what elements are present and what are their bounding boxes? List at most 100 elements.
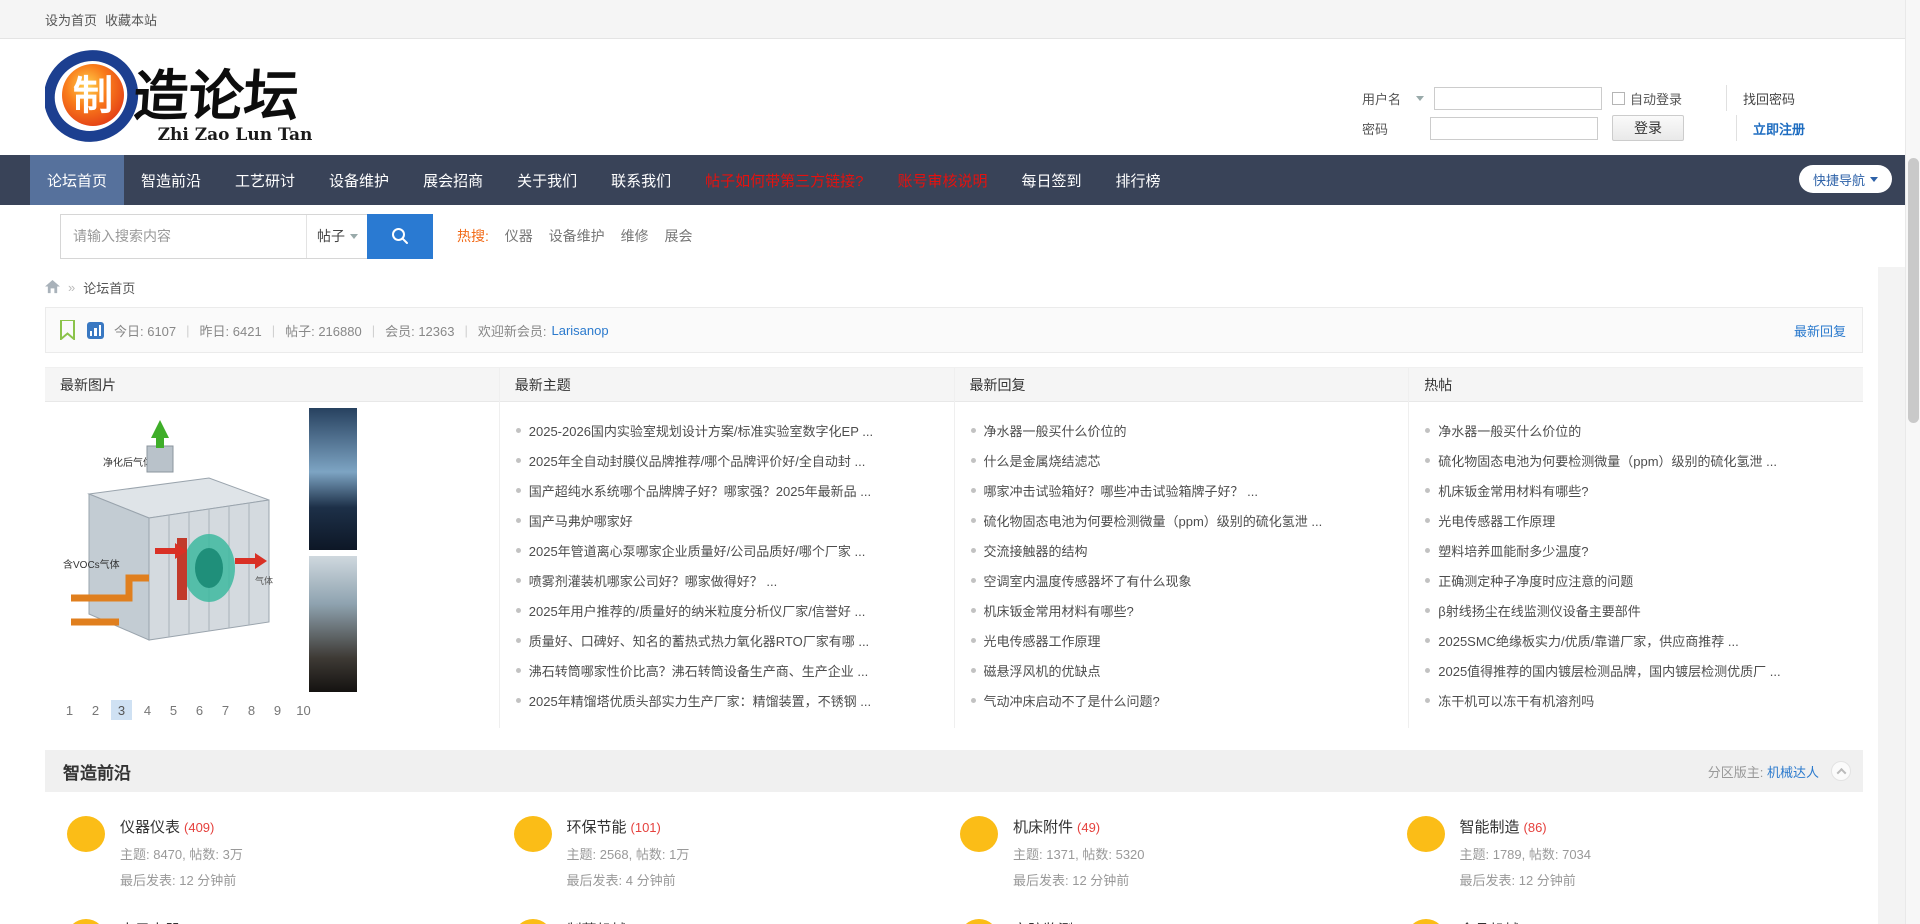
- page-7[interactable]: 7: [215, 700, 236, 720]
- page-1[interactable]: 1: [59, 700, 80, 720]
- hot-link-yiqi[interactable]: 仪器: [505, 228, 533, 244]
- page-6[interactable]: 6: [189, 700, 210, 720]
- password-input[interactable]: [1430, 117, 1598, 140]
- page-9[interactable]: 9: [267, 700, 288, 720]
- nav-about-us[interactable]: 关于我们: [500, 155, 594, 205]
- reply-link[interactable]: 磁悬浮风机的优缺点: [984, 661, 1101, 680]
- username-input[interactable]: [1434, 87, 1602, 110]
- forum-last-post[interactable]: 最后发表: 12 分钟前: [1460, 870, 1592, 889]
- home-icon[interactable]: [45, 280, 60, 294]
- topic-link[interactable]: 喷雾剂灌装机哪家公司好？哪家做得好？ ...: [529, 571, 777, 590]
- search-button[interactable]: [367, 214, 433, 259]
- page-8[interactable]: 8: [241, 700, 262, 720]
- topic-link[interactable]: 质量好、口碑好、知名的蓄热式热力氧化器RTO厂家有哪 ...: [529, 631, 869, 650]
- auto-login-checkbox[interactable]: [1612, 92, 1625, 105]
- topic-link[interactable]: 2025年全自动封膜仪品牌推荐/哪个品牌评价好/全自动封 ...: [529, 451, 866, 470]
- list-item: 2025年管道离心泵哪家企业质量好/公司品质好/哪个厂家 ...: [516, 535, 938, 565]
- forum-dianzi-dianqi[interactable]: 电子电器(69) 主题: 1483, 帖数: 6002: [61, 903, 508, 924]
- forum-huanbao-jieneng[interactable]: 环保节能(101) 主题: 2568, 帖数: 1万 最后发表: 4 分钟前: [508, 800, 955, 903]
- forum-last-post[interactable]: 最后发表: 4 分钟前: [567, 870, 690, 889]
- topic-link[interactable]: 国产马弗炉哪家好: [529, 511, 633, 530]
- topic-link[interactable]: 国产超纯水系统哪个品牌牌子好？哪家强？2025年最新品 ...: [529, 481, 871, 500]
- page-4[interactable]: 4: [137, 700, 158, 720]
- hot-post-link[interactable]: 塑料培养皿能耐多少温度?: [1438, 541, 1588, 560]
- hot-post-link[interactable]: 正确测定种子净度时应注意的问题: [1438, 571, 1633, 590]
- reply-link[interactable]: 机床钣金常用材料有哪些?: [984, 601, 1134, 620]
- hot-post-link[interactable]: 2025SMC绝缘板实力/优质/靠谱厂家，供应商推荐 ...: [1438, 631, 1738, 650]
- hot-post-link[interactable]: 冻干机可以冻干有机溶剂吗: [1438, 691, 1594, 710]
- topic-link[interactable]: 2025-2026国内实验室规划设计方案/标准实验室数字化EP ...: [529, 421, 873, 440]
- nav-account-review-note[interactable]: 账号审核说明: [880, 155, 1004, 205]
- reply-link[interactable]: 光电传感器工作原理: [984, 631, 1101, 650]
- page-2[interactable]: 2: [85, 700, 106, 720]
- hot-post-link[interactable]: 2025值得推荐的国内镀层检测品牌，国内镀层检测优质厂 ...: [1438, 661, 1780, 680]
- vertical-scrollbar[interactable]: [1905, 0, 1920, 924]
- forum-jichuang-fujian[interactable]: 机床附件(49) 主题: 1371, 帖数: 5320 最后发表: 12 分钟前: [954, 800, 1401, 903]
- latest-image-preview[interactable]: 净化后气体: [59, 408, 303, 694]
- page-10[interactable]: 10: [293, 700, 314, 720]
- login-button[interactable]: 登录: [1612, 115, 1684, 141]
- topic-link[interactable]: 2025年精馏塔优质头部实力生产厂家：精馏装置，不锈钢 ...: [529, 691, 871, 710]
- search-category-select[interactable]: 帖子: [306, 215, 368, 258]
- reply-link[interactable]: 气动冲床启动不了是什么问题?: [984, 691, 1160, 710]
- reply-link[interactable]: 什么是金属烧结滤芯: [984, 451, 1101, 470]
- latest-reply-link[interactable]: 最新回复: [1794, 321, 1846, 340]
- topic-link[interactable]: 沸石转筒哪家性价比高？沸石转筒设备生产商、生产企业 ...: [529, 661, 868, 680]
- hot-post-link[interactable]: β射线扬尘在线监测仪设备主要部件: [1438, 601, 1640, 620]
- topic-link[interactable]: 2025年管道离心泵哪家企业质量好/公司品质好/哪个厂家 ...: [529, 541, 866, 560]
- forum-shipin-jixie[interactable]: 食品机械(24) 主题: 799, 帖数: 3159: [1401, 903, 1848, 924]
- forum-last-post[interactable]: 最后发表: 12 分钟前: [1013, 870, 1145, 889]
- forum-anfang-jiance[interactable]: 安防监测(21) 主题: 604, 帖数: 2465: [954, 903, 1401, 924]
- topic-link[interactable]: 2025年用户推荐的/质量好的纳米粒度分析仪厂家/信誉好 ...: [529, 601, 866, 620]
- find-password-link[interactable]: 找回密码: [1743, 89, 1795, 108]
- set-home-link[interactable]: 设为首页: [45, 10, 97, 29]
- nav-zhanhui-zhaoshang[interactable]: 展会招商: [406, 155, 500, 205]
- forum-zhineng-zhizao[interactable]: 智能制造(86) 主题: 1789, 帖数: 7034 最后发表: 12 分钟前: [1401, 800, 1848, 903]
- hot-link-weixiu[interactable]: 维修: [621, 228, 649, 244]
- page-5[interactable]: 5: [163, 700, 184, 720]
- site-logo[interactable]: 制 造论坛 Zhi Zao Lun Tan: [45, 49, 375, 150]
- scrollbar-thumb[interactable]: [1908, 158, 1919, 423]
- breadcrumb-forum-home[interactable]: 论坛首页: [83, 278, 135, 297]
- latest-image-thumb-2[interactable]: [309, 556, 357, 692]
- reply-link[interactable]: 空调室内温度传感器坏了有什么现象: [984, 571, 1192, 590]
- forum-name[interactable]: 环保节能: [567, 819, 627, 836]
- svg-text:气体: 气体: [255, 575, 273, 586]
- panel-latest-topics: 最新主题 2025-2026国内实验室规划设计方案/标准实验室数字化EP ...…: [499, 368, 954, 728]
- section-title[interactable]: 智造前沿: [63, 759, 131, 784]
- page-3[interactable]: 3: [111, 700, 132, 720]
- hot-post-link[interactable]: 硫化物固态电池为何要检测微量（ppm）级别的硫化氢泄 ...: [1438, 451, 1777, 470]
- hot-post-link[interactable]: 机床钣金常用材料有哪些?: [1438, 481, 1588, 500]
- collapse-section-button[interactable]: [1831, 761, 1851, 781]
- nav-forum-home[interactable]: 论坛首页: [30, 155, 124, 205]
- nav-daily-signin[interactable]: 每日签到: [1004, 155, 1098, 205]
- moderator-link[interactable]: 机械达人: [1767, 765, 1819, 780]
- search-input[interactable]: [61, 215, 306, 258]
- reply-link[interactable]: 净水器一般买什么价位的: [984, 421, 1127, 440]
- hot-link-shebei-weihu[interactable]: 设备维护: [549, 228, 605, 244]
- hot-post-link[interactable]: 光电传感器工作原理: [1438, 511, 1555, 530]
- username-caret-icon[interactable]: [1416, 96, 1424, 101]
- quick-nav-button[interactable]: 快捷导航: [1799, 165, 1892, 193]
- reply-link[interactable]: 哪家冲击试验箱好？哪些冲击试验箱牌子好？ ...: [984, 481, 1258, 500]
- hot-link-zhanhui[interactable]: 展会: [664, 228, 692, 244]
- nav-ranking[interactable]: 排行榜: [1098, 155, 1177, 205]
- hot-post-link[interactable]: 净水器一般买什么价位的: [1438, 421, 1581, 440]
- forum-name[interactable]: 智能制造: [1460, 819, 1520, 836]
- reply-link[interactable]: 硫化物固态电池为何要检测微量（ppm）级别的硫化氢泄 ...: [984, 511, 1323, 530]
- latest-image-thumb-1[interactable]: [309, 408, 357, 550]
- forum-zhiyao-jixie[interactable]: 制药机械(41) 主题: 997, 帖数: 3379: [508, 903, 955, 924]
- forum-name[interactable]: 机床附件: [1013, 819, 1073, 836]
- reply-link[interactable]: 交流接触器的结构: [984, 541, 1088, 560]
- nav-zhizao-qianyan[interactable]: 智造前沿: [124, 155, 218, 205]
- forum-last-post[interactable]: 最后发表: 12 分钟前: [120, 870, 243, 889]
- nav-third-party-link-help[interactable]: 帖子如何带第三方链接?: [688, 155, 880, 205]
- nav-gongyi-yantao[interactable]: 工艺研讨: [218, 155, 312, 205]
- add-favorite-link[interactable]: 收藏本站: [105, 10, 157, 29]
- forum-yiqi-yibiao[interactable]: 仪器仪表(409) 主题: 8470, 帖数: 3万 最后发表: 12 分钟前: [61, 800, 508, 903]
- nav-contact-us[interactable]: 联系我们: [594, 155, 688, 205]
- forum-name[interactable]: 仪器仪表: [120, 819, 180, 836]
- new-member-link[interactable]: Larisanop: [551, 323, 608, 338]
- nav-shebei-weihu[interactable]: 设备维护: [312, 155, 406, 205]
- register-link[interactable]: 立即注册: [1753, 119, 1805, 138]
